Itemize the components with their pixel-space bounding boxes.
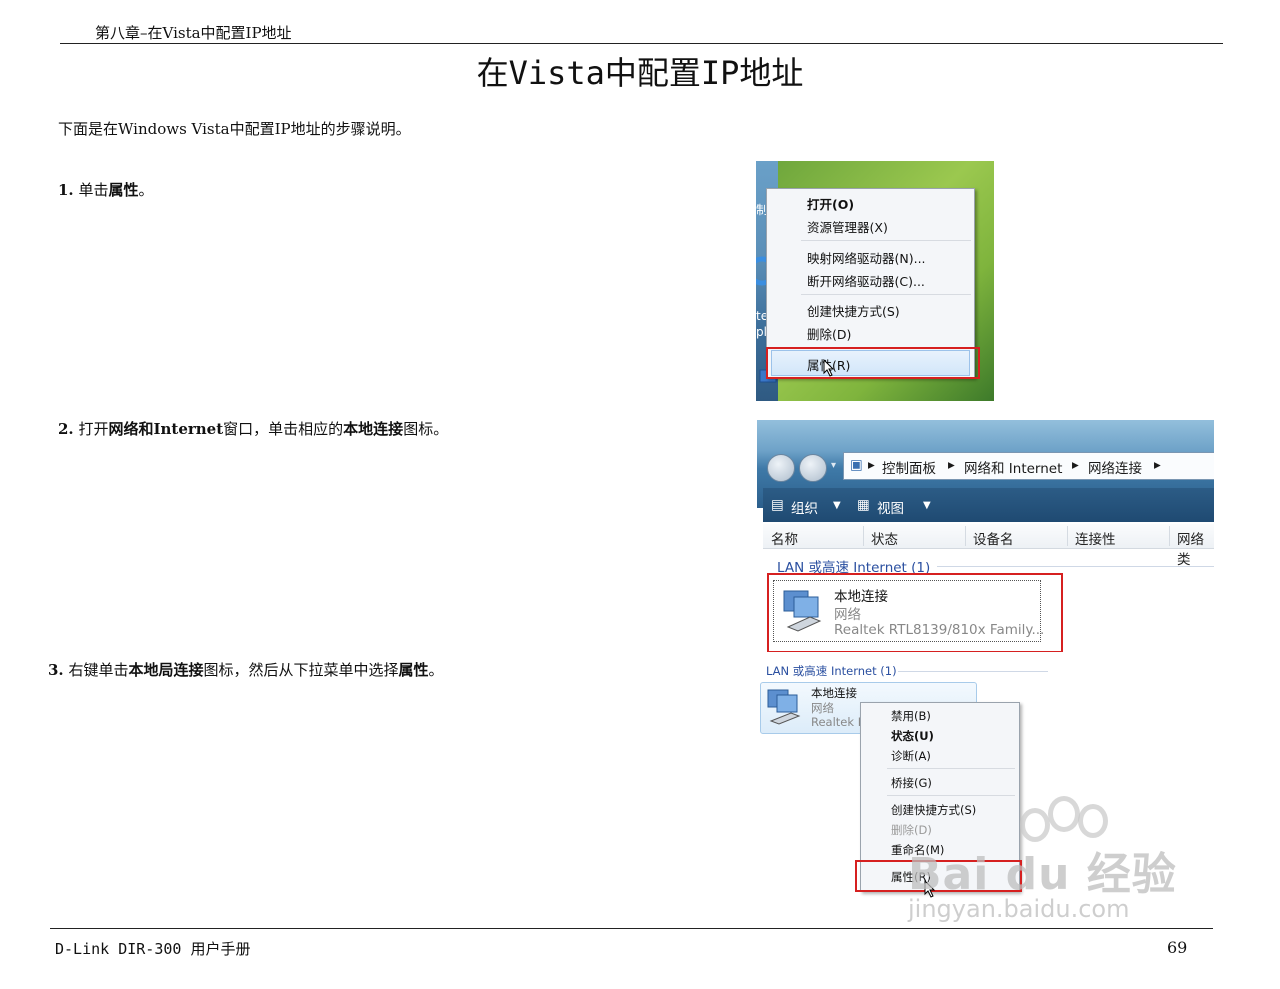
chapter-header: 第八章–在Vista中配置IP地址 [95, 24, 292, 42]
connection-type: 网络 [811, 701, 834, 715]
organize-icon: ▤ [771, 497, 784, 513]
step-bold: 本地局连接 [128, 661, 204, 679]
chevron-down-icon: ▼ [923, 500, 931, 511]
back-button[interactable] [767, 454, 795, 482]
command-toolbar: ▤ 组织 ▼ ▦ 视图 ▼ [763, 488, 1214, 522]
step-text: 。 [428, 661, 444, 679]
step-1: 1. 单击属性。 [58, 179, 154, 200]
menu-separator [801, 240, 971, 241]
menu-separator [887, 795, 1015, 796]
menu-item-bridge[interactable]: 桥接(G) [891, 775, 932, 791]
chevron-right-icon: ▸ [1154, 457, 1161, 473]
step-text: 右键单击 [68, 661, 129, 679]
group-header: LAN 或高速 Internet (1) [766, 664, 897, 678]
paw-logo [1020, 808, 1050, 842]
menu-separator [887, 768, 1015, 769]
connection-device: Realtek R [811, 715, 866, 729]
screenshot-connection-menu: LAN 或高速 Internet (1) 本地连接 网络 Realtek R 禁… [758, 658, 1215, 928]
chevron-down-icon: ▾ [831, 460, 837, 471]
step-number: 3. [48, 661, 64, 679]
screenshot-context-menu: 制 te plo 打开(O) 资源管理器(X) 映射网络驱动器(N)... 断开… [756, 161, 994, 401]
column-header: 名称 状态 设备名 连接性 网络类 [763, 524, 1214, 568]
step-text: 打开 [78, 420, 109, 438]
chevron-down-icon: ▼ [833, 500, 841, 511]
screenshot-network-connections: ▾ ▣ ▸ 控制面板 ▸ 网络和 Internet ▸ 网络连接 ▸ ▤ 组织 … [757, 420, 1214, 652]
step-text: 窗口，单击相应的 [223, 420, 344, 438]
step-text: 。 [138, 181, 154, 199]
network-adapter-icon [767, 689, 801, 725]
address-bar[interactable]: ▣ ▸ 控制面板 ▸ 网络和 Internet ▸ 网络连接 ▸ [843, 452, 1214, 480]
step-bold: 网络和Internet [108, 420, 224, 438]
watermark-logo: Bai du 经验 [908, 849, 1177, 900]
chevron-right-icon: ▸ [948, 457, 955, 473]
column-device[interactable]: 设备名 [973, 528, 1014, 548]
step-bold: 本地连接 [343, 420, 404, 438]
intro-text: 下面是在Windows Vista中配置IP地址的步骤说明。 [58, 120, 411, 138]
column-divider [1067, 526, 1068, 546]
control-panel-icon: ▣ [850, 457, 863, 473]
step-number: 2. [58, 420, 74, 438]
menu-item-open[interactable]: 打开(O) [807, 194, 854, 213]
step-text: 单击 [78, 181, 109, 199]
group-divider [937, 566, 1214, 567]
step-2: 2. 打开网络和Internet窗口，单击相应的本地连接图标。 [58, 418, 448, 439]
chevron-right-icon: ▸ [868, 457, 875, 473]
step-text: 图标。 [403, 420, 449, 438]
paw-logo [1078, 804, 1108, 838]
menu-item-create-shortcut[interactable]: 创建快捷方式(S) [807, 301, 900, 320]
forward-button[interactable] [799, 454, 827, 482]
breadcrumb-control-panel[interactable]: 控制面板 [882, 457, 936, 477]
column-divider [965, 526, 966, 546]
group-divider [898, 671, 1048, 672]
paw-logo [1048, 796, 1080, 832]
organize-button[interactable]: 组织 [791, 497, 818, 517]
step-text: 图标，然后从下拉菜单中选择 [203, 661, 399, 679]
page-title: 在Vista中配置IP地址 [476, 54, 804, 92]
highlight-box [766, 347, 980, 379]
column-divider [1169, 526, 1170, 546]
breadcrumb-network-connections[interactable]: 网络连接 [1088, 457, 1142, 477]
menu-item-diagnose[interactable]: 诊断(A) [891, 748, 931, 764]
footer-manual-title: D-Link DIR-300 用户手册 [55, 940, 251, 958]
views-button[interactable]: 视图 [877, 497, 904, 517]
menu-item-map-drive[interactable]: 映射网络驱动器(N)... [807, 248, 926, 267]
menu-item-disconnect-drive[interactable]: 断开网络驱动器(C)... [807, 271, 925, 290]
menu-item-explore[interactable]: 资源管理器(X) [807, 217, 888, 236]
step-number: 1. [58, 181, 74, 199]
menu-item-status[interactable]: 状态(U) [891, 728, 934, 744]
menu-item-delete: 删除(D) [891, 823, 932, 837]
column-status[interactable]: 状态 [871, 528, 898, 548]
menu-item-delete[interactable]: 删除(D) [807, 324, 851, 343]
column-divider [863, 526, 864, 546]
watermark-url: jingyan.baidu.com [908, 895, 1130, 923]
header-divider [60, 43, 1223, 44]
menu-separator [801, 294, 971, 295]
step-bold: 属性 [398, 661, 429, 679]
step-bold: 属性 [108, 181, 139, 199]
views-icon: ▦ [857, 497, 870, 513]
page-number: 69 [1167, 938, 1188, 957]
connection-name: 本地连接 [811, 686, 857, 700]
menu-item-create-shortcut[interactable]: 创建快捷方式(S) [891, 802, 976, 818]
column-name[interactable]: 名称 [771, 528, 798, 548]
step-3: 3. 右键单击本地局连接图标，然后从下拉菜单中选择属性。 [48, 659, 444, 680]
breadcrumb-network-internet[interactable]: 网络和 Internet [964, 457, 1062, 477]
footer-divider [50, 928, 1213, 929]
chevron-right-icon: ▸ [1072, 457, 1079, 473]
column-connectivity[interactable]: 连接性 [1075, 528, 1116, 548]
column-network-type[interactable]: 网络类 [1177, 528, 1214, 568]
menu-item-disable[interactable]: 禁用(B) [891, 708, 931, 724]
highlight-box [767, 573, 1063, 652]
